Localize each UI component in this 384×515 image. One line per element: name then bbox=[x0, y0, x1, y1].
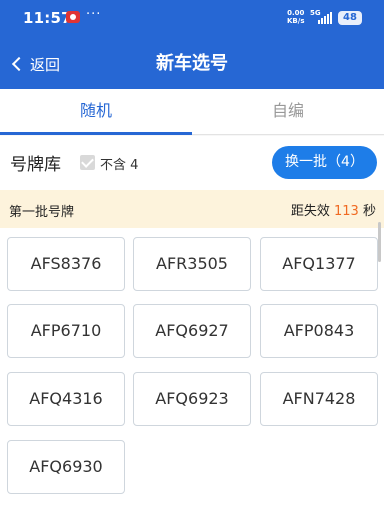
network-speed-value: 0.00 bbox=[287, 9, 305, 17]
plate-option[interactable]: AFQ6930 bbox=[7, 440, 125, 494]
exclude-four-label[interactable]: 不含 4 bbox=[100, 154, 138, 173]
countdown-unit: 秒 bbox=[362, 204, 376, 219]
active-tab-indicator bbox=[0, 132, 192, 135]
plate-option[interactable]: AFN7428 bbox=[260, 372, 378, 426]
clock: 11:57 bbox=[23, 9, 72, 27]
plate-option[interactable]: AFQ1377 bbox=[260, 237, 378, 291]
network-speed-unit: KB/s bbox=[287, 17, 305, 25]
app-header: 11:57 ··· 0.00 KB/s 5G 48 返回 新车选号 bbox=[0, 0, 384, 89]
network-speed: 0.00 KB/s bbox=[287, 9, 304, 25]
more-notifications-icon: ··· bbox=[86, 7, 102, 22]
page-title: 新车选号 bbox=[156, 53, 228, 74]
plate-option[interactable]: AFR3505 bbox=[133, 237, 251, 291]
plate-option[interactable]: AFQ6927 bbox=[133, 304, 251, 358]
plate-option[interactable]: AFQ6923 bbox=[133, 372, 251, 426]
tab-bar: 随机 自编 bbox=[0, 89, 384, 135]
plate-option[interactable]: AFP6710 bbox=[7, 304, 125, 358]
scrollbar[interactable] bbox=[378, 222, 381, 262]
plate-option[interactable]: AFQ4316 bbox=[7, 372, 125, 426]
exclude-four-checkbox[interactable] bbox=[80, 155, 95, 170]
plate-option[interactable]: AFP0843 bbox=[260, 304, 378, 358]
signal-icon bbox=[318, 12, 332, 24]
status-bar: 11:57 ··· 0.00 KB/s 5G 48 bbox=[0, 0, 384, 36]
refresh-batch-button[interactable]: 换一批（4） bbox=[272, 146, 377, 179]
countdown-prefix: 距失效 bbox=[290, 204, 330, 219]
plate-option[interactable]: AFS8376 bbox=[7, 237, 125, 291]
screen-record-icon bbox=[66, 11, 80, 23]
batch-banner: 第一批号牌 距失效 113 秒 bbox=[0, 190, 384, 228]
battery-icon: 48 bbox=[338, 11, 362, 25]
countdown-seconds: 113 bbox=[334, 204, 359, 219]
tab-random[interactable]: 随机 bbox=[0, 89, 192, 135]
plate-pool-title: 号牌库 bbox=[10, 155, 61, 175]
tab-custom[interactable]: 自编 bbox=[192, 89, 384, 135]
batch-label: 第一批号牌 bbox=[9, 205, 75, 220]
expiry-countdown: 距失效 113 秒 bbox=[291, 200, 376, 219]
